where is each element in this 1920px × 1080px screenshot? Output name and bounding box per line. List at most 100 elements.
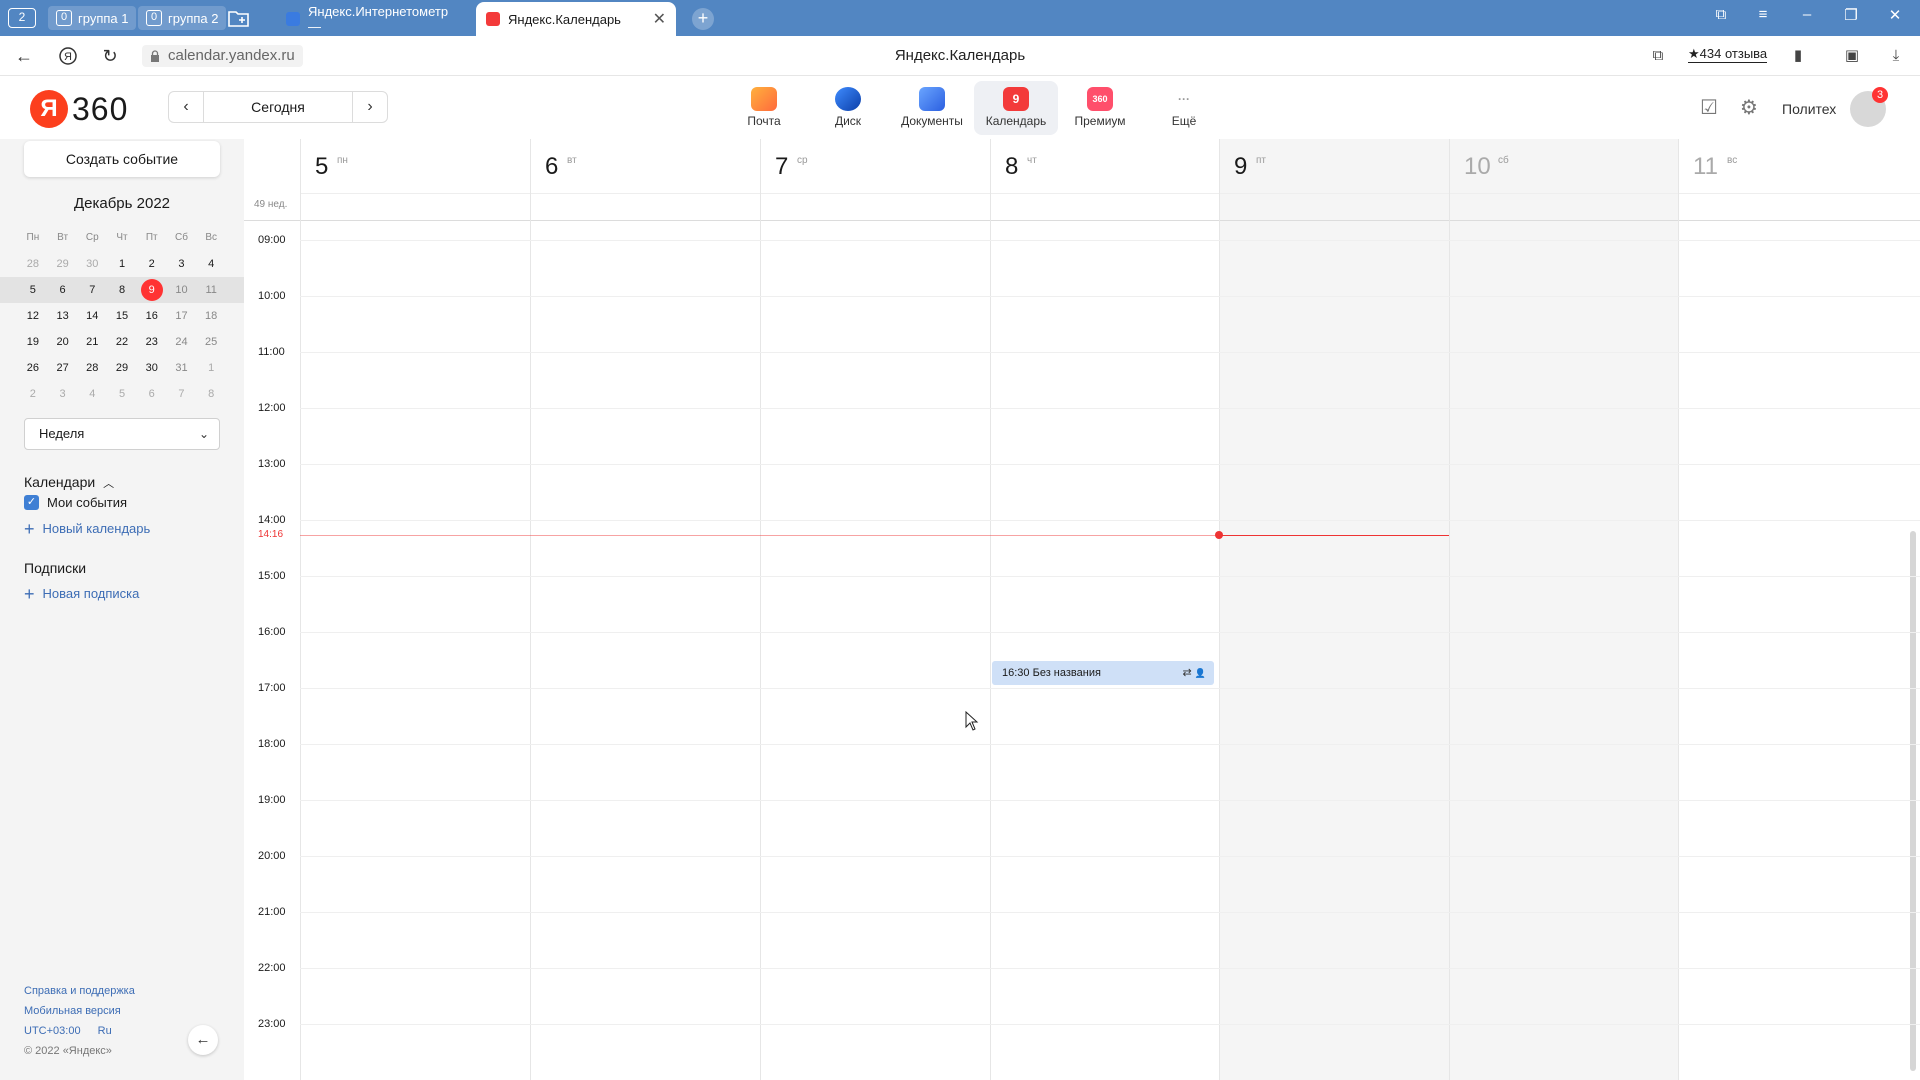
url-field[interactable]: calendar.yandex.ru xyxy=(142,45,303,67)
download-icon[interactable]: ⤓ xyxy=(1886,46,1906,66)
mini-calendar-day[interactable]: 7 xyxy=(167,383,197,405)
gear-icon[interactable]: ⚙ xyxy=(1740,95,1758,120)
day-header-7[interactable]: 7 ср xyxy=(760,139,990,193)
mini-calendar-day[interactable]: 2 xyxy=(137,253,167,275)
next-week-icon[interactable]: › xyxy=(353,92,387,122)
mini-calendar-day[interactable]: 15 xyxy=(107,305,137,327)
mini-calendar-day[interactable]: 12 xyxy=(18,305,48,327)
mini-calendar-day[interactable]: 14 xyxy=(77,305,107,327)
reviews-link[interactable]: ★434 отзыва xyxy=(1688,46,1768,63)
mini-calendar-day[interactable]: 22 xyxy=(107,331,137,353)
bookmarks-icon[interactable]: ⧉ xyxy=(1706,6,1736,23)
service-documents[interactable]: Документы xyxy=(890,81,974,135)
tasks-icon[interactable]: ☑ xyxy=(1700,95,1718,120)
new-tab-button[interactable]: + xyxy=(692,8,714,30)
calendars-section-toggle[interactable]: Календари ︿ xyxy=(24,474,114,491)
profile-name[interactable]: Политех xyxy=(1782,101,1836,117)
language-link[interactable]: Ru xyxy=(98,1025,112,1037)
service-disk[interactable]: Диск xyxy=(806,81,890,135)
scrollbar[interactable] xyxy=(1910,531,1916,1071)
view-select[interactable]: Неделя ⌄ xyxy=(24,418,220,450)
service-more[interactable]: ··· Ещё xyxy=(1142,81,1226,135)
mini-calendar-day[interactable]: 28 xyxy=(77,357,107,379)
mini-calendar-day[interactable]: 7 xyxy=(77,279,107,301)
mini-calendar-day[interactable]: 3 xyxy=(48,383,78,405)
day-header-8[interactable]: 8 чт xyxy=(990,139,1220,193)
prev-week-icon[interactable]: ‹ xyxy=(169,92,203,122)
day-header-6[interactable]: 6 вт xyxy=(530,139,760,193)
mini-calendar-day[interactable]: 30 xyxy=(77,253,107,275)
mini-calendar-day[interactable]: 10 xyxy=(167,279,197,301)
new-calendar-link[interactable]: + Новый календарь xyxy=(24,520,150,538)
mini-calendar-day[interactable]: 8 xyxy=(196,383,226,405)
mini-calendar-day[interactable]: 28 xyxy=(18,253,48,275)
today-button[interactable]: Сегодня xyxy=(203,92,353,122)
service-calendar[interactable]: 9 Календарь xyxy=(974,81,1058,135)
tab-internetometer[interactable]: Яндекс.Интернетометр — xyxy=(276,2,472,36)
service-premium[interactable]: 360 Премиум xyxy=(1058,81,1142,135)
bookmark-icon[interactable]: ▮ xyxy=(1788,46,1808,66)
collections-icon[interactable]: ▣ xyxy=(1842,46,1862,66)
mini-calendar-day[interactable]: 1 xyxy=(107,253,137,275)
mobile-version-link[interactable]: Мобильная версия xyxy=(24,1001,135,1021)
menu-icon[interactable]: ≡ xyxy=(1748,6,1778,23)
mini-calendar-day[interactable]: 1 xyxy=(196,357,226,379)
collapse-sidebar-icon[interactable]: ← xyxy=(188,1025,218,1055)
mini-calendar-day[interactable]: 6 xyxy=(48,279,78,301)
reload-icon[interactable]: ↻ xyxy=(98,44,122,68)
yandex-icon[interactable]: Я xyxy=(56,44,80,68)
tab-counter[interactable]: 2 xyxy=(8,8,36,28)
mini-calendar-day[interactable]: 5 xyxy=(107,383,137,405)
mini-calendar-day[interactable]: 9 xyxy=(137,279,167,301)
mini-calendar-day[interactable]: 4 xyxy=(77,383,107,405)
day-header-10[interactable]: 10 сб xyxy=(1449,139,1679,193)
mini-calendar-day[interactable]: 29 xyxy=(48,253,78,275)
event-block[interactable]: 16:30 Без названия ⇄ 👤 xyxy=(992,661,1214,685)
close-tab-icon[interactable]: ✕ xyxy=(653,9,666,29)
my-events-toggle[interactable]: ✓ Мои события xyxy=(24,495,127,510)
new-subscription-link[interactable]: + Новая подписка xyxy=(24,585,139,603)
mini-calendar-day[interactable]: 18 xyxy=(196,305,226,327)
mini-calendar-day[interactable]: 4 xyxy=(196,253,226,275)
mini-calendar-day[interactable]: 25 xyxy=(196,331,226,353)
mini-calendar-day[interactable]: 31 xyxy=(167,357,197,379)
mini-calendar-day[interactable]: 8 xyxy=(107,279,137,301)
timezone-link[interactable]: UTC+03:00 xyxy=(24,1025,81,1037)
back-icon[interactable]: ← xyxy=(12,44,36,68)
mini-calendar-day[interactable]: 17 xyxy=(167,305,197,327)
mini-calendar-day[interactable]: 19 xyxy=(18,331,48,353)
tab-group-count: 0 xyxy=(146,10,162,26)
mini-calendar-day[interactable]: 5 xyxy=(18,279,48,301)
mini-calendar-day[interactable]: 20 xyxy=(48,331,78,353)
mini-calendar-day[interactable]: 30 xyxy=(137,357,167,379)
help-link[interactable]: Справка и поддержка xyxy=(24,981,135,1001)
hour-label: 23:00 xyxy=(258,1018,286,1030)
restore-icon[interactable]: ❐ xyxy=(1836,6,1866,24)
tab-group-1[interactable]: 0 группа 1 xyxy=(48,6,137,30)
create-event-button[interactable]: Создать событие xyxy=(24,141,220,177)
mini-calendar-day[interactable]: 2 xyxy=(18,383,48,405)
mini-calendar-day[interactable]: 27 xyxy=(48,357,78,379)
close-window-icon[interactable]: ✕ xyxy=(1880,6,1910,24)
minimize-icon[interactable]: – xyxy=(1792,6,1822,23)
mini-calendar-day[interactable]: 16 xyxy=(137,305,167,327)
tab-group-2[interactable]: 0 группа 2 xyxy=(138,6,227,30)
translate-icon[interactable]: ⧉ xyxy=(1648,46,1668,66)
mini-calendar-day[interactable]: 11 xyxy=(196,279,226,301)
checkbox-icon[interactable]: ✓ xyxy=(24,495,39,510)
mini-calendar-day[interactable]: 24 xyxy=(167,331,197,353)
day-header-9[interactable]: 9 пт xyxy=(1219,139,1449,193)
day-header-5[interactable]: 5 пн xyxy=(300,139,530,193)
tab-calendar[interactable]: Яндекс.Календарь ✕ xyxy=(476,2,676,36)
mini-calendar-day[interactable]: 29 xyxy=(107,357,137,379)
yandex-360-logo[interactable]: Я 360 xyxy=(30,90,128,128)
day-header-11[interactable]: 11 вс xyxy=(1678,139,1908,193)
new-tab-group-icon[interactable] xyxy=(226,6,252,30)
mini-calendar-day[interactable]: 13 xyxy=(48,305,78,327)
mini-calendar-day[interactable]: 26 xyxy=(18,357,48,379)
service-mail[interactable]: Почта xyxy=(722,81,806,135)
mini-calendar-day[interactable]: 21 xyxy=(77,331,107,353)
mini-calendar-day[interactable]: 6 xyxy=(137,383,167,405)
mini-calendar-day[interactable]: 23 xyxy=(137,331,167,353)
mini-calendar-day[interactable]: 3 xyxy=(167,253,197,275)
